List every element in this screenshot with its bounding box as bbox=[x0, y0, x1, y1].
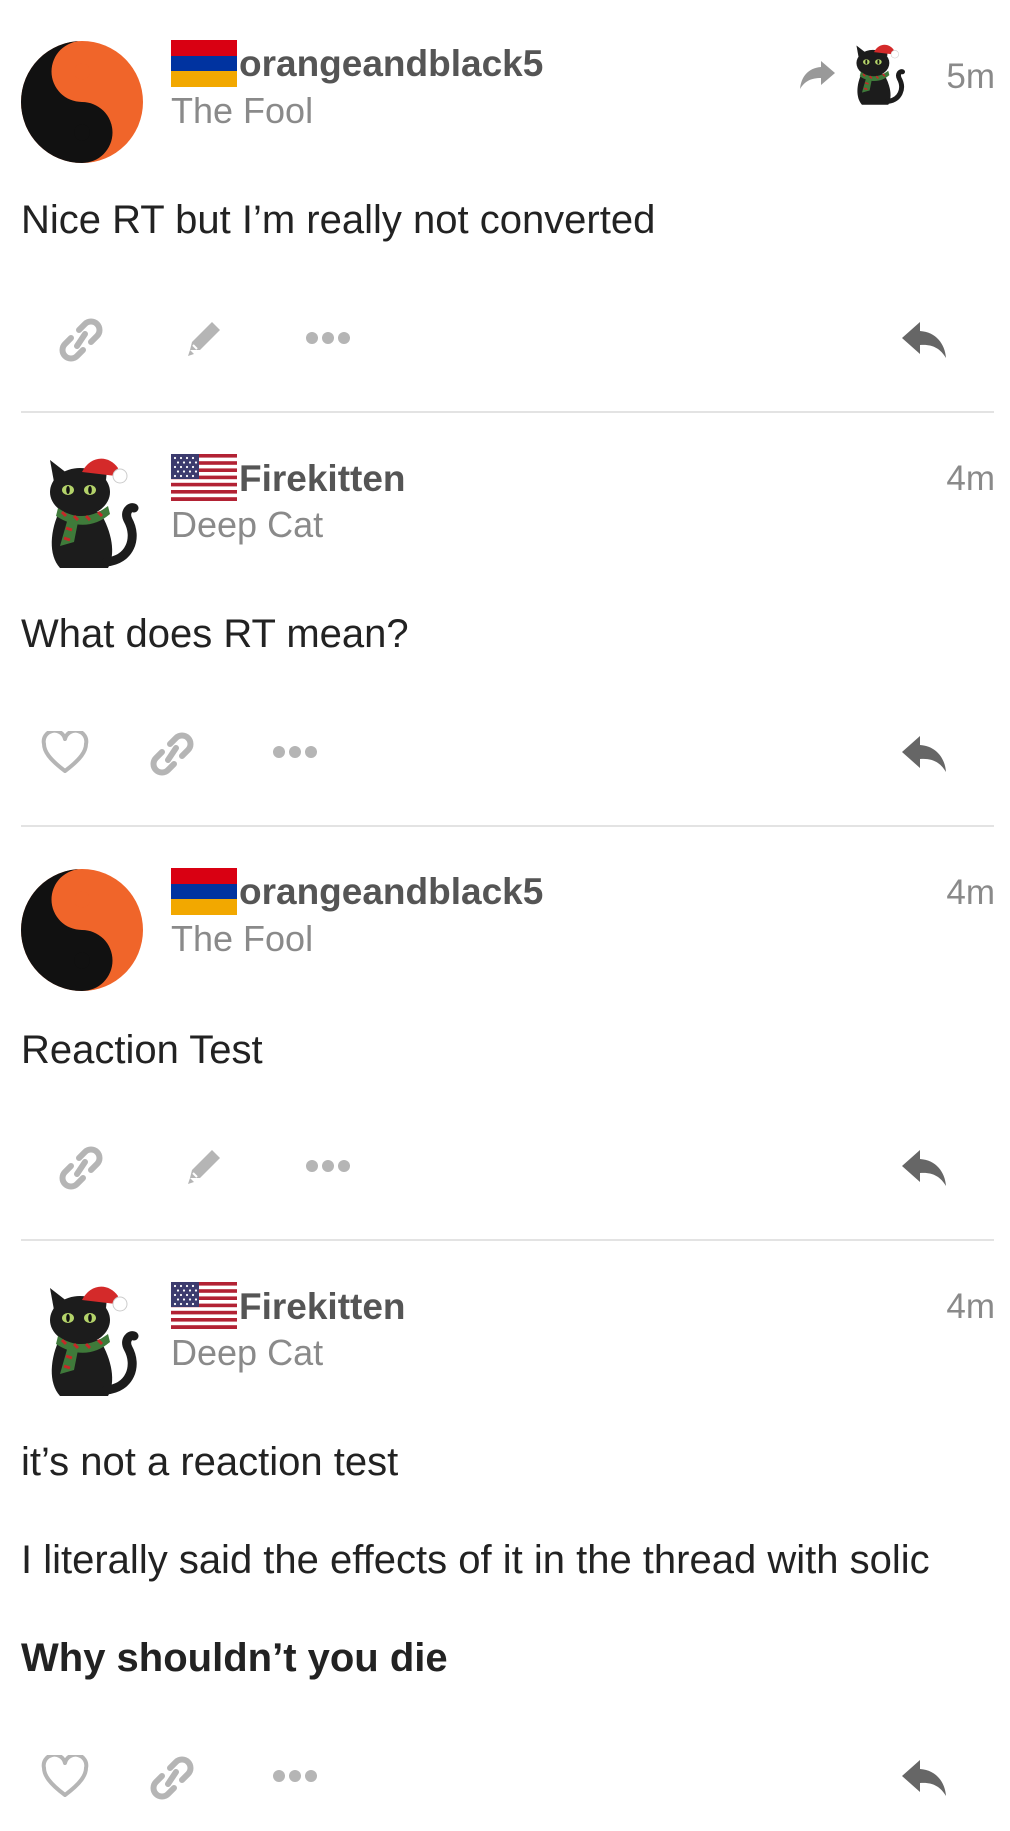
reply-icon[interactable] bbox=[900, 1146, 948, 1190]
username[interactable]: orangeandblack5 bbox=[239, 45, 543, 82]
post: orangeandblack5 The Fool 5m Nice RT but … bbox=[0, 0, 1010, 414]
yin-yang-avatar[interactable] bbox=[20, 40, 144, 164]
link-icon[interactable] bbox=[148, 730, 196, 778]
user-title: The Fool bbox=[171, 918, 314, 959]
post-text-line: it’s not a reaction test bbox=[21, 1440, 399, 1484]
post: Firekitten Deep Cat 4m What does RT mean… bbox=[0, 414, 1010, 828]
user-title: The Fool bbox=[171, 90, 314, 131]
usa-flag bbox=[171, 454, 237, 501]
more-icon[interactable] bbox=[304, 330, 352, 346]
user-title: Deep Cat bbox=[171, 1332, 324, 1373]
yin-yang-avatar[interactable] bbox=[20, 868, 144, 992]
more-icon[interactable] bbox=[271, 1768, 319, 1784]
black-cat-santa-avatar[interactable] bbox=[20, 1278, 144, 1402]
edit-icon[interactable] bbox=[180, 314, 228, 362]
link-icon[interactable] bbox=[148, 1754, 196, 1802]
post: Firekitten Deep Cat 4m it’s not a reacti… bbox=[0, 1242, 1010, 1831]
armenia-flag bbox=[171, 868, 237, 915]
heart-icon[interactable] bbox=[41, 731, 89, 775]
post-divider bbox=[21, 825, 994, 827]
post-time[interactable]: 4m bbox=[946, 1289, 995, 1324]
edit-icon[interactable] bbox=[180, 1142, 228, 1190]
post-text: What does RT mean? bbox=[21, 612, 409, 656]
post-time[interactable]: 4m bbox=[946, 461, 995, 496]
heart-icon[interactable] bbox=[41, 1755, 89, 1799]
more-icon[interactable] bbox=[271, 744, 319, 760]
username[interactable]: Firekitten bbox=[239, 1288, 406, 1325]
post-text-line: I literally said the effects of it in th… bbox=[21, 1538, 930, 1582]
link-icon[interactable] bbox=[57, 316, 105, 364]
user-title: Deep Cat bbox=[171, 504, 324, 545]
reply-icon[interactable] bbox=[900, 732, 948, 776]
post-time[interactable]: 5m bbox=[946, 59, 995, 94]
post-divider bbox=[21, 411, 994, 413]
post-text-bold-line: Why shouldn’t you die bbox=[21, 1636, 448, 1680]
username[interactable]: Firekitten bbox=[239, 460, 406, 497]
armenia-flag bbox=[171, 40, 237, 87]
black-cat-santa-avatar[interactable] bbox=[20, 450, 144, 574]
usa-flag bbox=[171, 1282, 237, 1329]
post: orangeandblack5 The Fool 4m Reaction Tes… bbox=[0, 828, 1010, 1242]
post-divider bbox=[21, 1239, 994, 1241]
reply-icon[interactable] bbox=[900, 1756, 948, 1800]
username[interactable]: orangeandblack5 bbox=[239, 873, 543, 910]
reply-to-arrow-icon[interactable] bbox=[797, 59, 837, 91]
link-icon[interactable] bbox=[57, 1144, 105, 1192]
post-text: Reaction Test bbox=[21, 1028, 263, 1072]
more-icon[interactable] bbox=[304, 1158, 352, 1174]
reply-to-avatar[interactable] bbox=[840, 38, 908, 110]
post-time[interactable]: 4m bbox=[946, 875, 995, 910]
post-text: Nice RT but I’m really not converted bbox=[21, 198, 656, 242]
reply-icon[interactable] bbox=[900, 318, 948, 362]
